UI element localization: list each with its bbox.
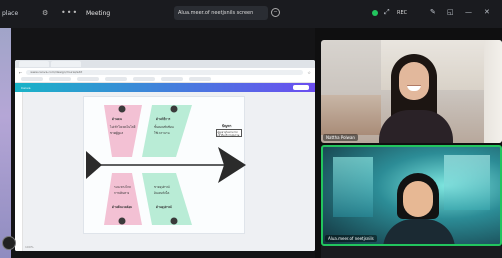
address-row: ← www.canva.com/design/mural/edit ☆ [15,68,315,76]
bookmark[interactable] [161,77,183,81]
back-icon[interactable]: ← [19,70,22,75]
bookmarks-bar [15,76,315,83]
green-bone-bottom [142,173,192,225]
active-speaker-tile[interactable]: Alua.meer.of neetjsnils [321,145,502,246]
meeting-title[interactable]: Meeting [86,10,110,17]
side-toolbar[interactable] [15,92,23,251]
participant-body [379,110,453,143]
mic-icon[interactable] [2,236,16,250]
bottom-bar [321,246,502,258]
url-bar[interactable]: www.canva.com/design/mural/edit [26,69,304,75]
top-left-item: ขาดผู้ดูแล [110,131,124,135]
rec-indicator[interactable]: REC [397,10,407,16]
badge-top-left [118,105,126,113]
status-dot [372,10,378,16]
layout-icon[interactable]: ◱ [447,8,454,16]
badge-bottom-left [118,217,126,225]
canva-label[interactable]: Canva [21,86,30,90]
bottom-right-item: อินเทอร์เน็ต [154,191,170,195]
bottom-left-item: ระยะทางไกล [114,185,131,189]
browser-tab[interactable] [51,61,81,67]
canva-toolbar: Canva [15,83,315,92]
bottom-left-title: ด้านสิ่งแวดล้อม [112,205,133,209]
editor-area: ด้านคน ไม่เข้าใจเทคโนโลยี ขาดผู้ดูแล ด้า… [15,92,315,251]
minimize-icon[interactable]: — [465,8,472,16]
participant-face [403,181,433,217]
virtual-background-right [444,155,490,210]
shared-screen: ← www.canva.com/design/mural/edit ☆ Canv… [11,28,315,258]
bookmark[interactable] [77,77,99,81]
bookmark[interactable] [49,77,71,81]
participant-body [383,219,455,244]
gear-icon[interactable]: ⚙ [42,9,48,17]
zoom-level[interactable]: 100% [25,245,34,249]
tab-strip [15,60,315,68]
background-shelf [321,95,381,135]
more-icon[interactable]: ••• [61,8,78,17]
background-curtain [484,40,502,143]
stop-share-icon[interactable]: − [271,8,280,17]
top-left-title: ด้านคน [112,117,122,121]
participant-name: Alua.meer.of neetjsnils [325,235,377,242]
problem-box: ผู้สูงอายุไม่สามารถเข้าถึงบริการสุขภาพ [216,129,242,137]
participant-tile[interactable]: Nattha Polwan [321,40,502,143]
top-left-item: ไม่เข้าใจเทคโนโลยี [110,125,136,129]
top-right-item: ใช้เวลานาน [154,131,170,135]
bookmark[interactable] [133,77,155,81]
participant-face [399,62,429,100]
badge-top-right [170,105,178,113]
share-button[interactable] [293,85,309,90]
bottom-right-item: ขาดอุปกรณ์ [154,185,170,189]
share-title: Alua.meer.of neetjsnils screen [178,10,254,16]
pink-bone-bottom [104,173,142,225]
desktop-edge [0,0,11,258]
close-icon[interactable]: ✕ [484,8,490,16]
bookmark[interactable] [105,77,127,81]
badge-bottom-right [170,217,178,225]
expand-icon[interactable]: ⤢ [384,8,390,17]
bookmark[interactable] [189,77,211,81]
participant-name: Nattha Polwan [323,134,358,141]
star-icon[interactable]: ☆ [307,70,311,75]
top-right-item: ขั้นตอนซับซ้อน [154,125,174,129]
bottom-right-title: ด้านอุปกรณ์ [156,205,172,209]
browser-tab[interactable] [19,61,49,67]
top-right-title: ด้านวิธีการ [156,117,171,121]
fishbone-canvas[interactable]: ด้านคน ไม่เข้าใจเทคโนโลยี ขาดผู้ดูแล ด้า… [83,96,246,234]
screen-share-pill[interactable]: Alua.meer.of neetjsnils screen − [174,6,280,20]
meeting-topbar: place ⚙ ••• Meeting Alua.meer.of neetjsn… [0,0,502,28]
app-label: place [2,10,19,17]
bottom-left-item: การเดินทาง [114,191,130,195]
pin-icon[interactable]: ✎ [430,8,436,16]
bookmark[interactable] [21,77,43,81]
browser-window: ← www.canva.com/design/mural/edit ☆ Canv… [15,60,315,251]
fish-tail [86,151,102,179]
virtual-background-left [333,157,373,217]
